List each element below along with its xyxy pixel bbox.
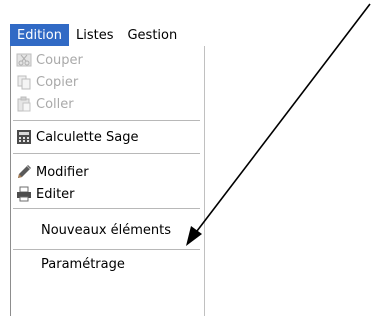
annotation-arrow (186, 3, 371, 246)
